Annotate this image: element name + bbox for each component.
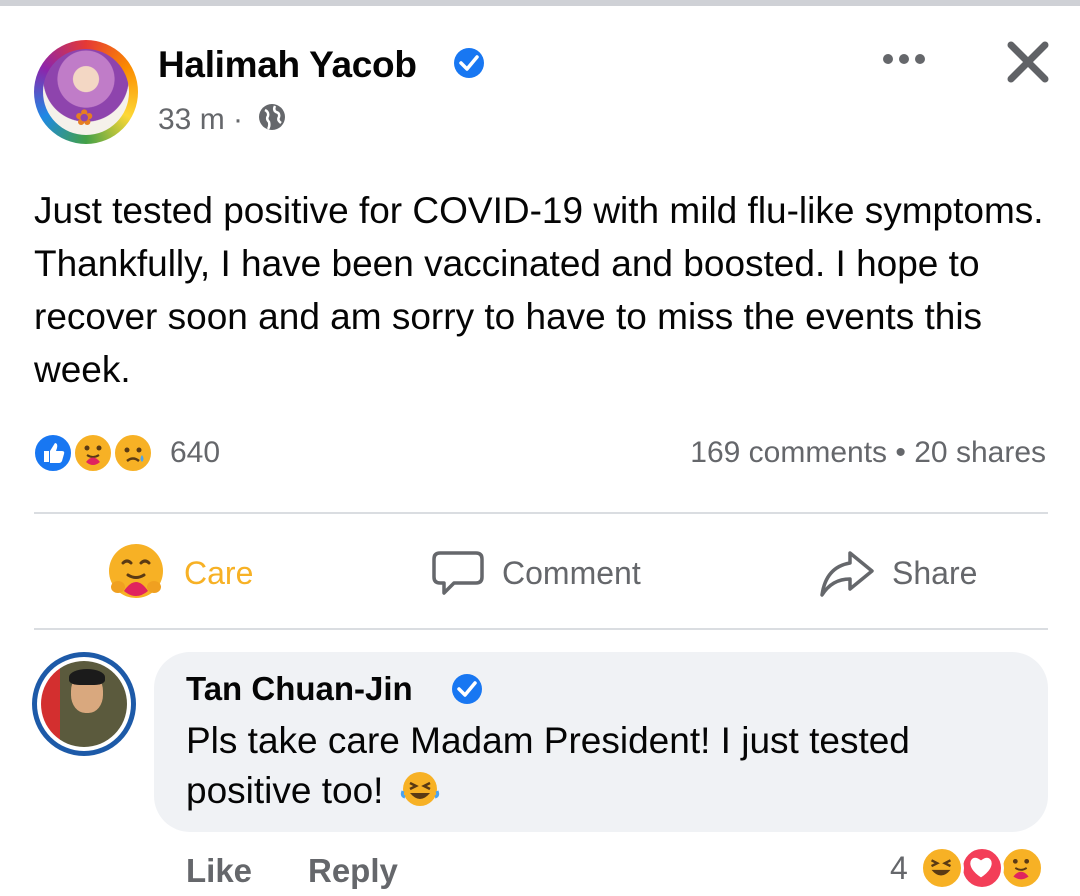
tree-logo-icon: ✿ [75,105,94,130]
comment-icon [432,551,484,595]
comment-label: Comment [502,554,641,591]
post-meta: 33 m · [158,102,287,140]
care-icon [109,544,163,598]
post-stats: 169 comments • 20 shares [690,436,1046,470]
sad-reaction-icon [112,432,154,474]
reaction-count[interactable]: 640 [170,436,220,470]
comments-count[interactable]: 169 comments [690,436,887,469]
poster-name[interactable]: Halimah Yacob [158,44,417,86]
care-reaction-icon [1000,846,1044,890]
divider-top [34,512,1048,514]
verified-badge-icon [454,48,484,78]
comment-reaction-count[interactable]: 4 [890,850,908,887]
poster-avatar[interactable]: ✿ [34,40,138,144]
love-reaction-icon [960,846,1004,890]
verified-badge-icon [452,674,482,704]
share-icon [820,551,874,597]
care-label: Care [184,554,254,591]
commenter-avatar[interactable] [32,652,136,756]
share-label: Share [892,554,978,591]
care-button[interactable]: Care [104,538,253,608]
like-reaction-icon [32,432,74,474]
comment-text-block: Pls take care Madam President! I just te… [186,716,1026,822]
care-reaction-icon [72,432,114,474]
shares-count[interactable]: 20 shares [914,436,1046,469]
comment-reply-button[interactable]: Reply [308,852,398,890]
comment-text: Pls take care Madam President! I just te… [186,720,910,811]
stats-separator: • [895,436,906,469]
comment-button[interactable]: Comment [430,538,641,608]
comment-like-button[interactable]: Like [186,852,252,890]
commenter-name[interactable]: Tan Chuan-Jin [186,670,413,708]
meta-separator: · [233,102,244,136]
divider-bottom [34,628,1048,630]
haha-reaction-icon [920,846,964,890]
more-options-icon[interactable] [880,44,928,74]
laughing-emoji-icon [400,769,440,822]
post-text: Just tested positive for COVID-19 with m… [34,190,1044,390]
close-icon[interactable] [1006,40,1050,84]
poster-avatar-photo: ✿ [43,49,129,135]
commenter-avatar-photo [41,661,127,747]
comment-reactions[interactable] [920,846,1060,890]
post-time[interactable]: 33 m [158,103,225,136]
globe-icon [257,102,287,140]
top-edge-bar [0,0,1080,6]
share-button[interactable]: Share [818,538,977,608]
